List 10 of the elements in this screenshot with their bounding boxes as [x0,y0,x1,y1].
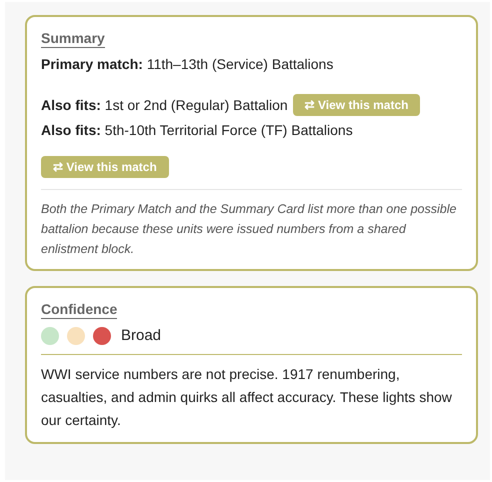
view-match-button[interactable]: ⇄ View this match [41,156,169,178]
summary-note: Both the Primary Match and the Summary Card list more than one possible battalion because these units were issued numbers from a shared enlistment block. [41,201,458,258]
confidence-title: Confidence [41,300,118,319]
confidence-text: WWI service numbers are not precise. 1917 renumbering, casualties, and admin quirks all affect accuracy. These lights show our certainty. [41,364,453,430]
also-fits-text: Also fits: 1st or 2nd (Regular) Battalion [41,96,288,115]
view-match-button[interactable]: ⇄ View this match [292,94,420,116]
confidence-level: Broad [121,326,162,346]
summary-title: Summary [41,29,105,48]
also-fits-text: Also fits: 5th-10th Territorial Force (TF) Battalions [41,121,353,140]
primary-match-text: Primary match: 11th–13th (Service) Battalions [41,55,334,74]
